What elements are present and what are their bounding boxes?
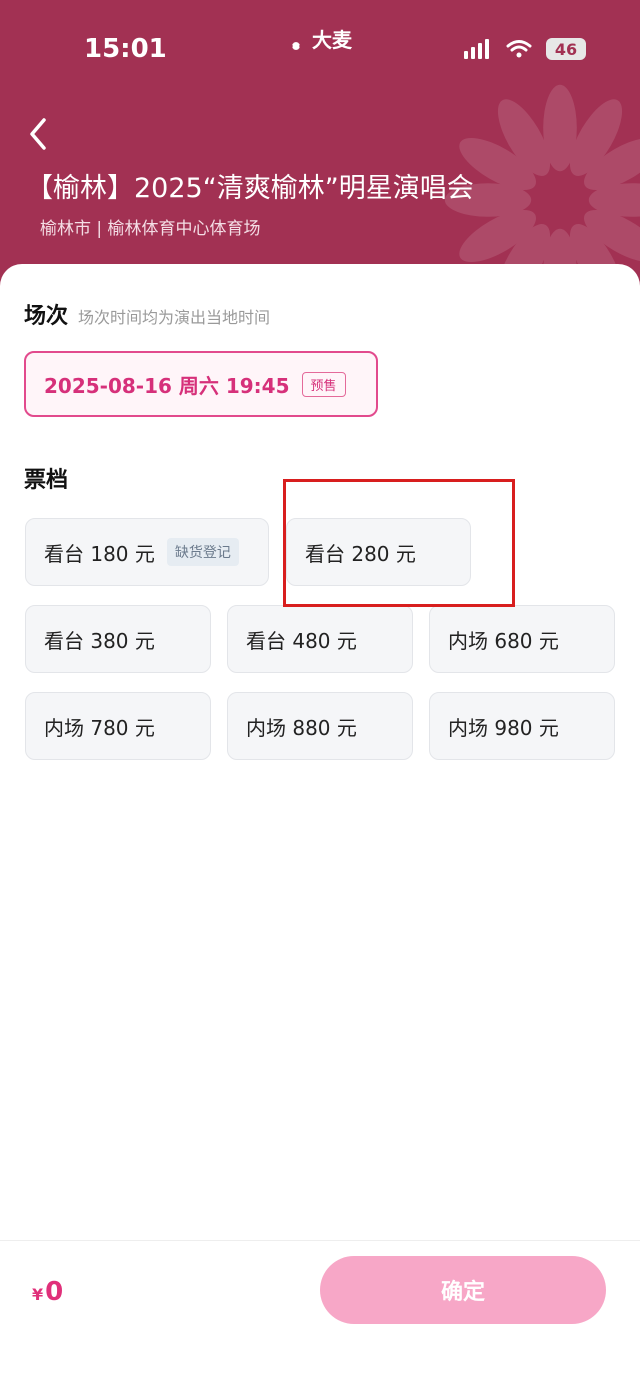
battery-icon: 46: [546, 38, 586, 60]
status-icons: 46: [464, 38, 586, 60]
back-chevron-left-icon[interactable]: [24, 116, 52, 152]
tier-option-8[interactable]: 内场 980 元: [429, 692, 615, 760]
tier-label: 票档: [24, 468, 69, 493]
tier-option-label: 看台 480 元: [246, 628, 357, 653]
session-date: 2025-08-16 周六 19:45: [44, 373, 290, 398]
session-option-selected[interactable]: 2025-08-16 周六 19:45 预售: [24, 351, 378, 417]
tier-option-5[interactable]: 内场 680 元: [429, 605, 615, 673]
tier-option-3[interactable]: 看台 380 元: [25, 605, 211, 673]
brand: 大麦: [284, 24, 352, 53]
tier-option-label: 看台 180 元: [44, 541, 155, 566]
session-label: 场次: [24, 304, 69, 329]
tier-option-label: 内场 680 元: [448, 628, 559, 653]
tier-option-label: 内场 880 元: [246, 715, 357, 740]
signal-icon: [464, 39, 492, 59]
session-header: 场次 场次时间均为演出当地时间: [24, 298, 270, 330]
ticket-selection-panel: 场次 场次时间均为演出当地时间 2025-08-16 周六 19:45 预售 票…: [0, 264, 640, 1391]
out-of-stock-register-tag[interactable]: 缺货登记: [166, 538, 239, 566]
tier-option-label: 内场 780 元: [44, 715, 155, 740]
total-value: 0: [45, 1277, 64, 1307]
total-price: ¥ 0: [32, 1277, 63, 1307]
wifi-icon: [506, 40, 532, 58]
status-time: 15:01: [84, 34, 167, 64]
tier-option-label: 看台 380 元: [44, 628, 155, 653]
tier-option-label: 内场 980 元: [448, 715, 559, 740]
currency-symbol: ¥: [32, 1285, 44, 1304]
annotation-highlight-box: [283, 479, 515, 607]
tier-option-6[interactable]: 内场 780 元: [25, 692, 211, 760]
session-note: 场次时间均为演出当地时间: [78, 308, 271, 327]
damai-logo-icon: [292, 41, 300, 50]
brand-name: 大麦: [312, 28, 352, 52]
tier-option-1[interactable]: 看台 180 元 缺货登记: [25, 518, 269, 586]
event-venue: 榆林市 | 榆林体育中心体育场: [40, 219, 261, 239]
tier-option-4[interactable]: 看台 480 元: [227, 605, 413, 673]
tier-option-7[interactable]: 内场 880 元: [227, 692, 413, 760]
confirm-button[interactable]: 确定: [320, 1256, 606, 1324]
presale-badge: 预售: [301, 371, 346, 397]
event-title: 【榆林】2025“清爽榆林”明星演唱会: [26, 173, 474, 204]
header: 15:01 大麦 46 【榆林】2025“清爽榆林”明星演唱会 榆林市 | 榆林…: [0, 0, 640, 300]
footer-bar: ¥ 0 确定: [0, 1240, 640, 1392]
